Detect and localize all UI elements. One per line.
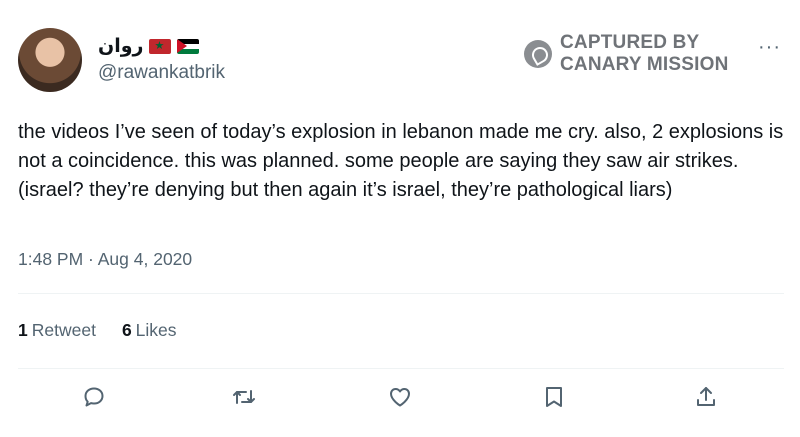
morocco-flag-icon: ★ xyxy=(149,38,172,54)
reply-icon[interactable] xyxy=(82,385,106,411)
tweet-stats: 1 Retweet 6 Likes xyxy=(18,320,177,341)
retweet-icon[interactable] xyxy=(232,385,256,411)
watermark-line1: CAPTURED BY xyxy=(560,32,700,53)
divider xyxy=(18,293,784,294)
retweets-count: 1 xyxy=(18,320,28,340)
bookmark-icon[interactable] xyxy=(542,385,566,411)
likes-label: Likes xyxy=(135,320,177,340)
share-icon[interactable] xyxy=(694,385,718,411)
palestine-flag-icon xyxy=(177,38,200,54)
retweets-stat[interactable]: 1 Retweet xyxy=(18,320,96,341)
watermark: CAPTURED BY CANARY MISSION xyxy=(524,32,729,76)
watermark-line2: CANARY MISSION xyxy=(560,54,729,75)
tweet-timestamp[interactable]: 1:48 PM · Aug 4, 2020 xyxy=(18,249,192,270)
tweet-text: the videos I’ve seen of today’s explosio… xyxy=(18,121,784,201)
likes-stat[interactable]: 6 Likes xyxy=(122,320,177,341)
display-name[interactable]: روان xyxy=(98,35,143,58)
more-options-icon[interactable]: ··· xyxy=(758,36,781,59)
retweets-label: Retweet xyxy=(31,320,96,340)
like-icon[interactable] xyxy=(388,385,412,411)
avatar[interactable] xyxy=(18,28,82,92)
likes-count: 6 xyxy=(121,320,132,340)
user-name-row[interactable]: روان ★ xyxy=(98,34,200,58)
user-handle[interactable]: @rawankatbrik xyxy=(98,62,225,84)
divider xyxy=(18,368,784,369)
canary-logo-icon xyxy=(524,40,552,68)
